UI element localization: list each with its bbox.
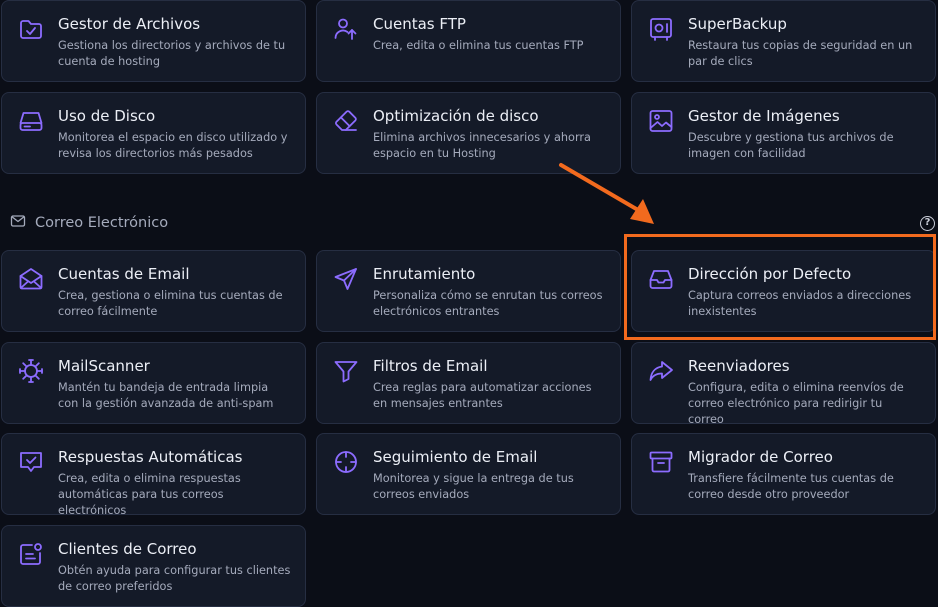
card-reenviadores[interactable]: Reenviadores Configura, edita o elimina … — [631, 342, 936, 426]
envelope-icon — [17, 265, 45, 293]
card-cuentas-de-email[interactable]: Cuentas de Email Crea, gestiona o elimin… — [1, 250, 306, 332]
card-description: Crea reglas para automatizar acciones en… — [373, 381, 592, 410]
card-title: Cuentas FTP — [373, 15, 466, 33]
card-title: Migrador de Correo — [688, 448, 833, 466]
card-description: Configura, edita o elimina reenvíos de c… — [688, 381, 904, 426]
inbox-tray-icon — [647, 265, 675, 293]
card-title: SuperBackup — [688, 15, 787, 33]
card-title: Respuestas Automáticas — [58, 448, 243, 466]
send-icon — [332, 265, 360, 293]
card-optimizacion-de-disco[interactable]: Optimización de disco Elimina archivos i… — [316, 92, 621, 174]
forward-arrow-icon — [647, 357, 675, 385]
envelope-outline-icon — [10, 213, 26, 233]
card-description: Elimina archivos innecesarios y ahorra e… — [373, 131, 591, 160]
card-uso-de-disco[interactable]: Uso de Disco Monitorea el espacio en dis… — [1, 92, 306, 174]
eraser-icon — [332, 107, 360, 135]
card-title: Filtros de Email — [373, 357, 488, 375]
folder-check-icon — [17, 15, 45, 43]
mail-client-icon — [17, 540, 45, 568]
tools-page: Gestor de Archivos Gestiona los director… — [0, 0, 938, 607]
card-gestor-de-imagenes[interactable]: Gestor de Imágenes Descubre y gestiona t… — [631, 92, 936, 174]
card-migrador-de-correo[interactable]: Migrador de Correo Transfiere fácilmente… — [631, 433, 936, 515]
card-mailscanner[interactable]: MailScanner Mantén tu bandeja de entrada… — [1, 342, 306, 424]
card-title: Dirección por Defecto — [688, 265, 852, 283]
card-title: Gestor de Archivos — [58, 15, 201, 33]
help-icon[interactable]: ? — [920, 216, 935, 231]
card-description: Mantén tu bandeja de entrada limpia con … — [58, 381, 274, 410]
card-description: Descubre y gestiona tus archivos de imag… — [688, 131, 894, 160]
card-description: Monitorea el espacio en disco utilizado … — [58, 131, 288, 160]
filter-icon — [332, 357, 360, 385]
card-description: Crea, edita o elimina respuestas automát… — [58, 472, 241, 517]
card-title: Reenviadores — [688, 357, 790, 375]
card-respuestas-automaticas[interactable]: Respuestas Automáticas Crea, edita o eli… — [1, 433, 306, 517]
card-clientes-de-correo[interactable]: Clientes de Correo Obtén ayuda para conf… — [1, 525, 306, 607]
card-cuentas-ftp[interactable]: Cuentas FTP Crea, edita o elimina tus cu… — [316, 0, 621, 82]
card-seguimiento-de-email[interactable]: Seguimiento de Email Monitorea y sigue l… — [316, 433, 621, 515]
card-superbackup[interactable]: SuperBackup Restaura tus copias de segur… — [631, 0, 936, 82]
section-header: Correo Electrónico — [10, 213, 168, 233]
section-title: Correo Electrónico — [35, 215, 169, 231]
backup-icon — [647, 15, 675, 43]
chat-check-icon — [17, 448, 45, 476]
card-description: Crea, edita o elimina tus cuentas FTP — [373, 39, 584, 52]
card-title: MailScanner — [58, 357, 150, 375]
crosshair-icon — [332, 448, 360, 476]
user-upload-icon — [332, 15, 360, 43]
card-enrutamiento[interactable]: Enrutamiento Personaliza cómo se enrutan… — [316, 250, 621, 332]
card-description: Personaliza cómo se enrutan tus correos … — [373, 289, 603, 318]
card-description: Captura correos enviados a direcciones i… — [688, 289, 912, 318]
card-title: Seguimiento de Email — [373, 448, 538, 466]
card-title: Gestor de Imágenes — [688, 107, 840, 125]
disk-icon — [17, 107, 45, 135]
card-description: Monitorea y sigue la entrega de tus corr… — [373, 472, 574, 501]
card-title: Uso de Disco — [58, 107, 156, 125]
image-icon — [647, 107, 675, 135]
card-title: Cuentas de Email — [58, 265, 190, 283]
card-description: Transfiere fácilmente tus cuentas de cor… — [688, 472, 894, 501]
card-gestor-de-archivos[interactable]: Gestor de Archivos Gestiona los director… — [1, 0, 306, 82]
card-title: Optimización de disco — [373, 107, 539, 125]
card-filtros-de-email[interactable]: Filtros de Email Crea reglas para automa… — [316, 342, 621, 424]
card-description: Obtén ayuda para configurar tus clientes… — [58, 564, 291, 593]
card-title: Enrutamiento — [373, 265, 476, 283]
card-direccion-por-defecto[interactable]: Dirección por Defecto Captura correos en… — [631, 250, 936, 332]
card-description: Crea, gestiona o elimina tus cuentas de … — [58, 289, 283, 318]
card-description: Gestiona los directorios y archivos de t… — [58, 39, 286, 68]
card-description: Restaura tus copias de seguridad en un p… — [688, 39, 913, 68]
card-title: Clientes de Correo — [58, 540, 197, 558]
archive-box-icon — [647, 448, 675, 476]
virus-icon — [17, 357, 45, 385]
